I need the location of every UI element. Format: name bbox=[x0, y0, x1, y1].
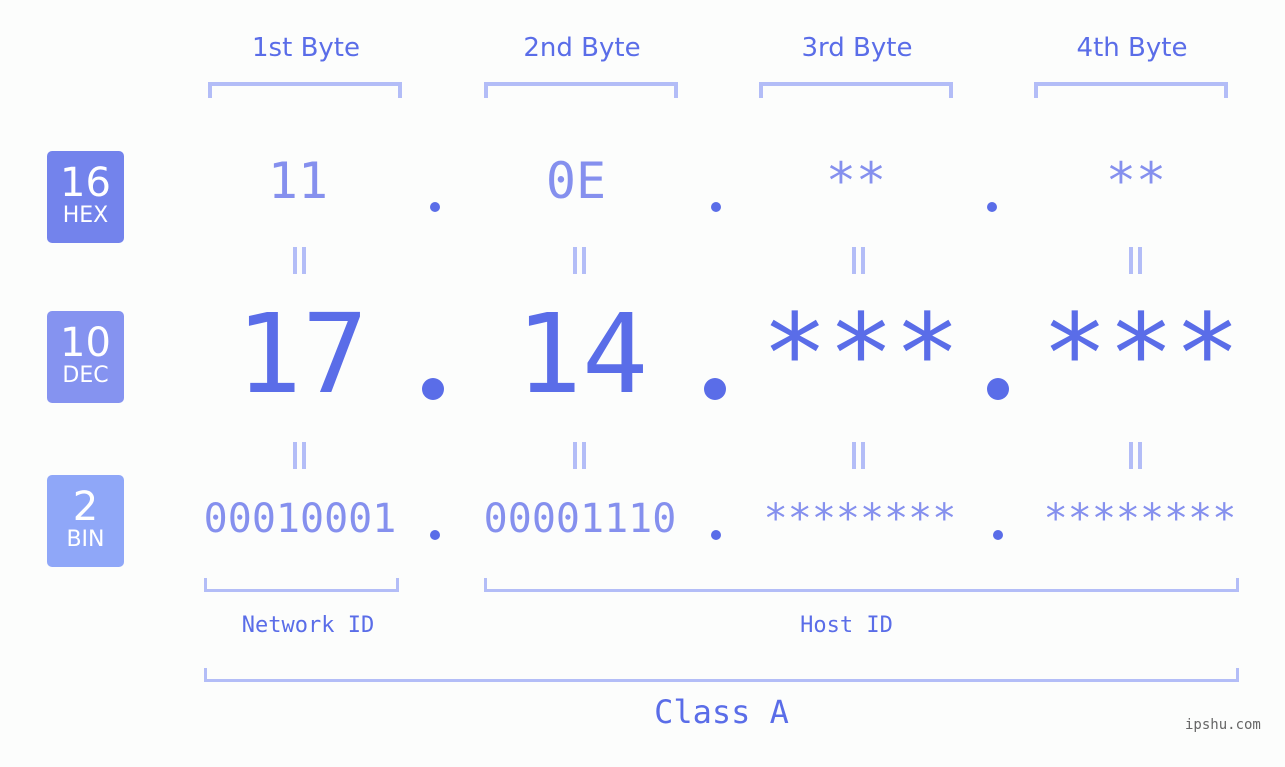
dec-badge: 10 DEC bbox=[47, 311, 124, 403]
hex-dot-3 bbox=[987, 202, 997, 212]
hex-byte-2: 0E bbox=[545, 152, 607, 210]
byte-bracket-1 bbox=[208, 82, 402, 98]
dec-byte-3: *** bbox=[761, 290, 961, 418]
hex-byte-1: 11 bbox=[267, 152, 329, 210]
byte-header-2: 2nd Byte bbox=[523, 33, 641, 63]
network-id-bracket bbox=[204, 578, 399, 592]
bin-byte-1: 00010001 bbox=[203, 496, 397, 542]
hex-badge: 16 HEX bbox=[47, 151, 124, 243]
equals-icon bbox=[852, 247, 866, 274]
class-label: Class A bbox=[654, 693, 789, 731]
hex-badge-base: 16 bbox=[60, 160, 111, 206]
equals-icon bbox=[573, 442, 587, 469]
bin-byte-2: 00001110 bbox=[483, 496, 677, 542]
equals-icon bbox=[573, 247, 587, 274]
dec-badge-base: 10 bbox=[60, 320, 111, 366]
bin-dot-3 bbox=[993, 530, 1003, 540]
dec-dot-3 bbox=[987, 378, 1009, 400]
hex-byte-3: ** bbox=[825, 152, 887, 210]
bin-byte-3: ******** bbox=[763, 496, 957, 542]
dec-dot-1 bbox=[422, 378, 444, 400]
bin-dot-1 bbox=[430, 530, 440, 540]
equals-icon bbox=[1129, 247, 1143, 274]
bin-badge-base: 2 bbox=[72, 484, 99, 530]
equals-icon bbox=[293, 442, 307, 469]
dec-dot-2 bbox=[704, 378, 726, 400]
dec-byte-2: 14 bbox=[515, 290, 649, 418]
host-id-label: Host ID bbox=[800, 613, 893, 638]
byte-header-1: 1st Byte bbox=[252, 33, 360, 63]
bin-badge-label: BIN bbox=[66, 527, 105, 552]
byte-bracket-3 bbox=[759, 82, 953, 98]
dec-byte-4: *** bbox=[1041, 290, 1241, 418]
hex-dot-1 bbox=[430, 202, 440, 212]
bin-dot-2 bbox=[711, 530, 721, 540]
hex-dot-2 bbox=[711, 202, 721, 212]
hex-badge-label: HEX bbox=[62, 203, 109, 228]
host-id-bracket bbox=[484, 578, 1239, 592]
class-bracket bbox=[204, 668, 1239, 682]
dec-byte-1: 17 bbox=[235, 290, 369, 418]
bin-badge: 2 BIN bbox=[47, 475, 124, 567]
equals-icon bbox=[293, 247, 307, 274]
byte-bracket-4 bbox=[1034, 82, 1228, 98]
dec-badge-label: DEC bbox=[62, 363, 109, 388]
bin-byte-4: ******** bbox=[1043, 496, 1237, 542]
network-id-label: Network ID bbox=[241, 613, 375, 638]
equals-icon bbox=[852, 442, 866, 469]
byte-header-4: 4th Byte bbox=[1076, 33, 1188, 63]
equals-icon bbox=[1129, 442, 1143, 469]
byte-header-3: 3rd Byte bbox=[801, 33, 913, 63]
hex-byte-4: ** bbox=[1105, 152, 1167, 210]
watermark: ipshu.com bbox=[1185, 717, 1261, 733]
byte-bracket-2 bbox=[484, 82, 678, 98]
